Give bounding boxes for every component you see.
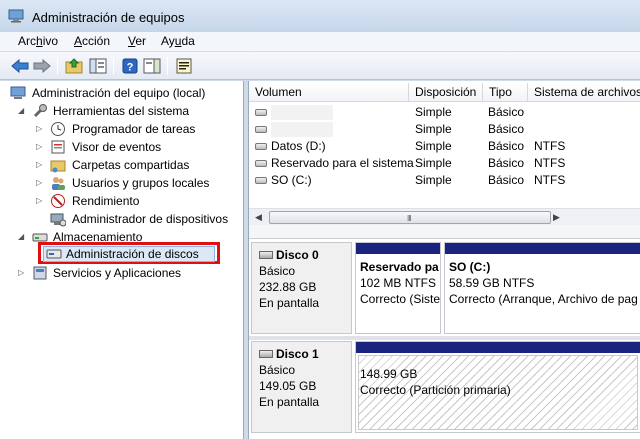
drive-icon	[255, 109, 267, 116]
table-row[interactable]: Simple Básico	[249, 104, 640, 121]
action-pane-button[interactable]	[142, 56, 162, 76]
back-button[interactable]	[10, 56, 30, 76]
menu-bar: Archivo Acción Ver Ayuda	[0, 32, 640, 52]
menu-ver[interactable]: Ver	[124, 34, 150, 48]
disk-1-label[interactable]: Disco 1 Básico 149.05 GB En pantalla	[251, 341, 352, 433]
computer-management-icon	[10, 86, 26, 99]
column-header-layout[interactable]: Disposición	[409, 83, 483, 102]
menu-ayuda[interactable]: Ayuda	[157, 34, 199, 48]
collapse-arrow-icon[interactable]: ◢	[18, 228, 28, 246]
collapse-arrow-icon[interactable]: ◢	[18, 102, 28, 120]
computer-management-icon	[8, 9, 24, 23]
tree-item-disk-management[interactable]: Administración de discos	[43, 246, 215, 262]
properties-button[interactable]	[174, 56, 194, 76]
up-level-button[interactable]	[64, 56, 84, 76]
tree-item-device-manager[interactable]: Administrador de dispositivos	[50, 210, 240, 228]
back-icon	[11, 59, 29, 73]
disk-icon	[259, 251, 273, 259]
action-pane-icon	[143, 58, 161, 74]
event-viewer-icon	[51, 140, 65, 154]
performance-icon	[51, 194, 65, 208]
expand-arrow-icon[interactable]: ▷	[18, 264, 28, 282]
table-row[interactable]: Datos (D:) Simple Básico NTFS	[249, 138, 640, 155]
menu-archivo[interactable]: Archivo	[14, 34, 62, 48]
tree-item-local-users[interactable]: ▷ Usuarios y grupos locales	[36, 174, 236, 192]
column-header-filesystem[interactable]: Sistema de archivos	[528, 83, 640, 102]
tree-item-root[interactable]: Administración del equipo (local)	[10, 84, 240, 102]
tree-item-system-tools[interactable]: ◢ Herramientas del sistema	[18, 102, 238, 120]
expand-arrow-icon[interactable]: ▷	[36, 192, 46, 210]
properties-icon	[176, 58, 192, 74]
users-icon	[52, 177, 65, 190]
disk-icon	[259, 350, 273, 358]
partition-so-c[interactable]: SO (C:) 58.59 GB NTFS Correcto (Arranque…	[444, 242, 640, 334]
forward-icon	[33, 59, 51, 73]
tree-item-event-viewer[interactable]: ▷ Visor de eventos	[36, 138, 236, 156]
title-bar: Administración de equipos	[0, 0, 640, 32]
drive-icon	[255, 160, 267, 167]
column-header-volume[interactable]: Volumen	[249, 83, 409, 102]
forward-button[interactable]	[32, 56, 52, 76]
drive-icon	[255, 177, 267, 184]
main-content: Volumen Disposición Tipo Sistema de arch…	[248, 81, 640, 439]
tree-item-task-scheduler[interactable]: ▷ Programador de tareas	[36, 120, 236, 138]
pane-divider[interactable]	[249, 225, 640, 239]
table-row[interactable]: Simple Básico	[249, 121, 640, 138]
column-header-type[interactable]: Tipo	[483, 83, 528, 102]
tree-item-shared-folders[interactable]: ▷ Carpetas compartidas	[36, 156, 236, 174]
clock-icon	[51, 122, 65, 136]
partition-system-reserved[interactable]: Reservado pa 102 MB NTFS Correcto (Siste	[355, 242, 441, 334]
scroll-right-icon[interactable]: ▶	[553, 212, 560, 223]
device-manager-icon	[50, 213, 66, 227]
highlight-box: Administración de discos	[38, 242, 220, 264]
drive-icon	[255, 126, 267, 133]
table-row[interactable]: Reservado para el sistema Simple Básico …	[249, 155, 640, 172]
disk-0-label[interactable]: Disco 0 Básico 232.88 GB En pantalla	[251, 242, 352, 334]
tree-item-performance[interactable]: ▷ Rendimiento	[36, 192, 236, 210]
help-button[interactable]: ?	[120, 56, 140, 76]
show-hide-tree-icon	[89, 58, 107, 74]
menu-accion[interactable]: Acción	[70, 34, 114, 48]
up-folder-icon	[65, 58, 83, 74]
show-hide-tree-button[interactable]	[88, 56, 108, 76]
scroll-left-icon[interactable]: ◀	[255, 212, 262, 223]
table-row[interactable]: SO (C:) Simple Básico NTFS	[249, 172, 640, 189]
expand-arrow-icon[interactable]: ▷	[36, 156, 46, 174]
navigation-tree: Administración del equipo (local) ◢ Herr…	[0, 81, 244, 439]
expand-arrow-icon[interactable]: ▷	[36, 120, 46, 138]
tools-icon	[33, 104, 47, 118]
svg-text:?: ?	[127, 62, 134, 74]
disk-management-icon	[46, 249, 62, 259]
shared-folder-icon	[50, 160, 66, 173]
tree-item-services[interactable]: ▷ Servicios y Aplicaciones	[18, 264, 218, 282]
toolbar: ?	[0, 52, 640, 80]
expand-arrow-icon[interactable]: ▷	[36, 138, 46, 156]
services-icon	[33, 266, 47, 280]
partition-disk1-primary[interactable]: 148.99 GB Correcto (Partición primaria)	[355, 341, 640, 433]
drive-icon	[255, 143, 267, 150]
help-icon: ?	[122, 58, 138, 74]
scrollbar-thumb[interactable]: III	[269, 211, 551, 224]
horizontal-scrollbar[interactable]: ◀ III ▶	[249, 208, 640, 225]
expand-arrow-icon[interactable]: ▷	[36, 174, 46, 192]
window-title: Administración de equipos	[32, 10, 185, 25]
